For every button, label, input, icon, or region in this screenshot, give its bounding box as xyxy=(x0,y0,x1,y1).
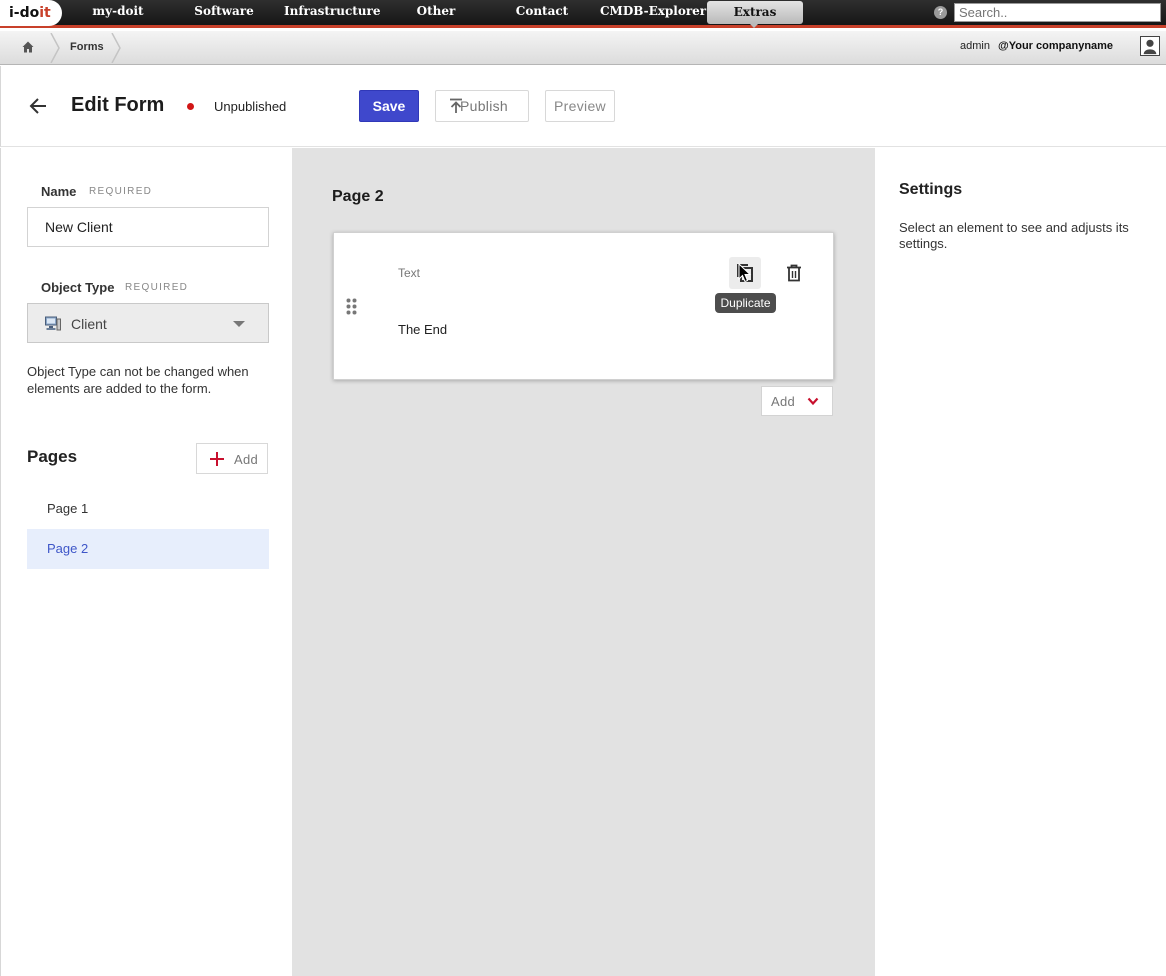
nav-item-extras[interactable]: Extras xyxy=(707,1,803,24)
name-label: Name xyxy=(41,184,77,199)
nav-item-other[interactable]: Other xyxy=(410,0,462,26)
chevron-down-icon xyxy=(807,397,819,406)
form-properties-panel: Name REQUIRED New Client Object Type REQ… xyxy=(0,148,292,976)
duplicate-tooltip: Duplicate xyxy=(715,293,776,313)
save-button[interactable]: Save xyxy=(359,90,419,122)
mouse-cursor-icon xyxy=(738,263,752,283)
canvas-page-title: Page 2 xyxy=(332,188,384,205)
add-element-button[interactable]: Add xyxy=(761,386,833,416)
object-type-label: Object Type xyxy=(41,280,115,295)
publish-label: Publish xyxy=(460,98,509,114)
add-page-button[interactable]: Add xyxy=(196,443,268,474)
home-icon[interactable] xyxy=(22,41,34,53)
logo-accent-text: it xyxy=(39,5,51,21)
breadcrumb-separator-icon xyxy=(50,33,60,63)
logo-text: i-do xyxy=(9,5,40,21)
help-icon[interactable]: ? xyxy=(934,6,947,19)
pages-heading: Pages xyxy=(27,447,78,466)
preview-button[interactable]: Preview xyxy=(545,90,615,122)
publish-upload-icon xyxy=(450,98,462,113)
search-input[interactable] xyxy=(954,3,1161,22)
name-input[interactable]: New Client xyxy=(27,207,269,247)
page-list-item-page-2[interactable]: Page 2 xyxy=(27,529,269,569)
active-nav-caret-icon xyxy=(749,23,759,28)
add-page-label: Add xyxy=(234,452,259,467)
element-type-label: Text xyxy=(398,266,421,280)
nav-item-contact[interactable]: Contact xyxy=(512,0,572,26)
nav-item-software[interactable]: Software xyxy=(190,0,258,26)
top-navigation-bar: i-doit my-doit Software Infrastructure O… xyxy=(0,0,1166,28)
object-type-hint: Object Type can not be changed when elem… xyxy=(27,364,249,396)
nav-item-infrastructure[interactable]: Infrastructure xyxy=(284,0,380,26)
settings-hint: Select an element to see and adjusts its… xyxy=(899,220,1129,251)
form-element-card[interactable]: Text The End Duplicate xyxy=(333,232,834,380)
name-required-badge: REQUIRED xyxy=(89,186,153,197)
form-header: Edit Form Unpublished Save Publish Previ… xyxy=(0,66,1166,147)
page-list-item-page-1[interactable]: Page 1 xyxy=(27,489,269,529)
add-element-label: Add xyxy=(771,394,796,409)
nav-item-my-doit[interactable]: my-doit xyxy=(86,0,150,26)
dropdown-caret-icon xyxy=(233,321,245,327)
plus-icon xyxy=(210,452,224,466)
form-canvas: Page 2 Text The End Duplicate Add xyxy=(292,148,875,976)
page-title: Edit Form xyxy=(71,94,165,116)
unpublished-status-dot xyxy=(187,103,194,110)
client-computer-icon xyxy=(45,316,61,331)
settings-panel: Settings Select an element to see and ad… xyxy=(875,148,1166,976)
element-text-value: The End xyxy=(398,322,448,337)
user-avatar-icon[interactable] xyxy=(1140,36,1160,56)
back-arrow-icon[interactable] xyxy=(29,96,49,116)
breadcrumb-separator-icon xyxy=(111,33,121,63)
current-user: admin xyxy=(960,40,990,52)
nav-item-cmdb-explorer[interactable]: CMDB-Explorer xyxy=(600,0,706,26)
company-name: @Your companyname xyxy=(998,40,1114,52)
breadcrumb: Forms admin @Your companyname xyxy=(0,31,1166,65)
object-type-value: Client xyxy=(71,316,107,332)
publish-button[interactable]: Publish xyxy=(435,90,529,122)
drag-handle-icon[interactable] xyxy=(346,298,357,315)
delete-button[interactable] xyxy=(779,257,809,289)
object-type-select[interactable]: Client xyxy=(27,303,269,343)
trash-icon xyxy=(787,264,801,282)
breadcrumb-forms[interactable]: Forms xyxy=(70,41,104,53)
settings-heading: Settings xyxy=(899,181,963,198)
object-type-required-badge: REQUIRED xyxy=(125,282,189,293)
publish-status-text: Unpublished xyxy=(214,99,287,114)
i-doit-logo[interactable]: i-doit xyxy=(0,0,62,26)
